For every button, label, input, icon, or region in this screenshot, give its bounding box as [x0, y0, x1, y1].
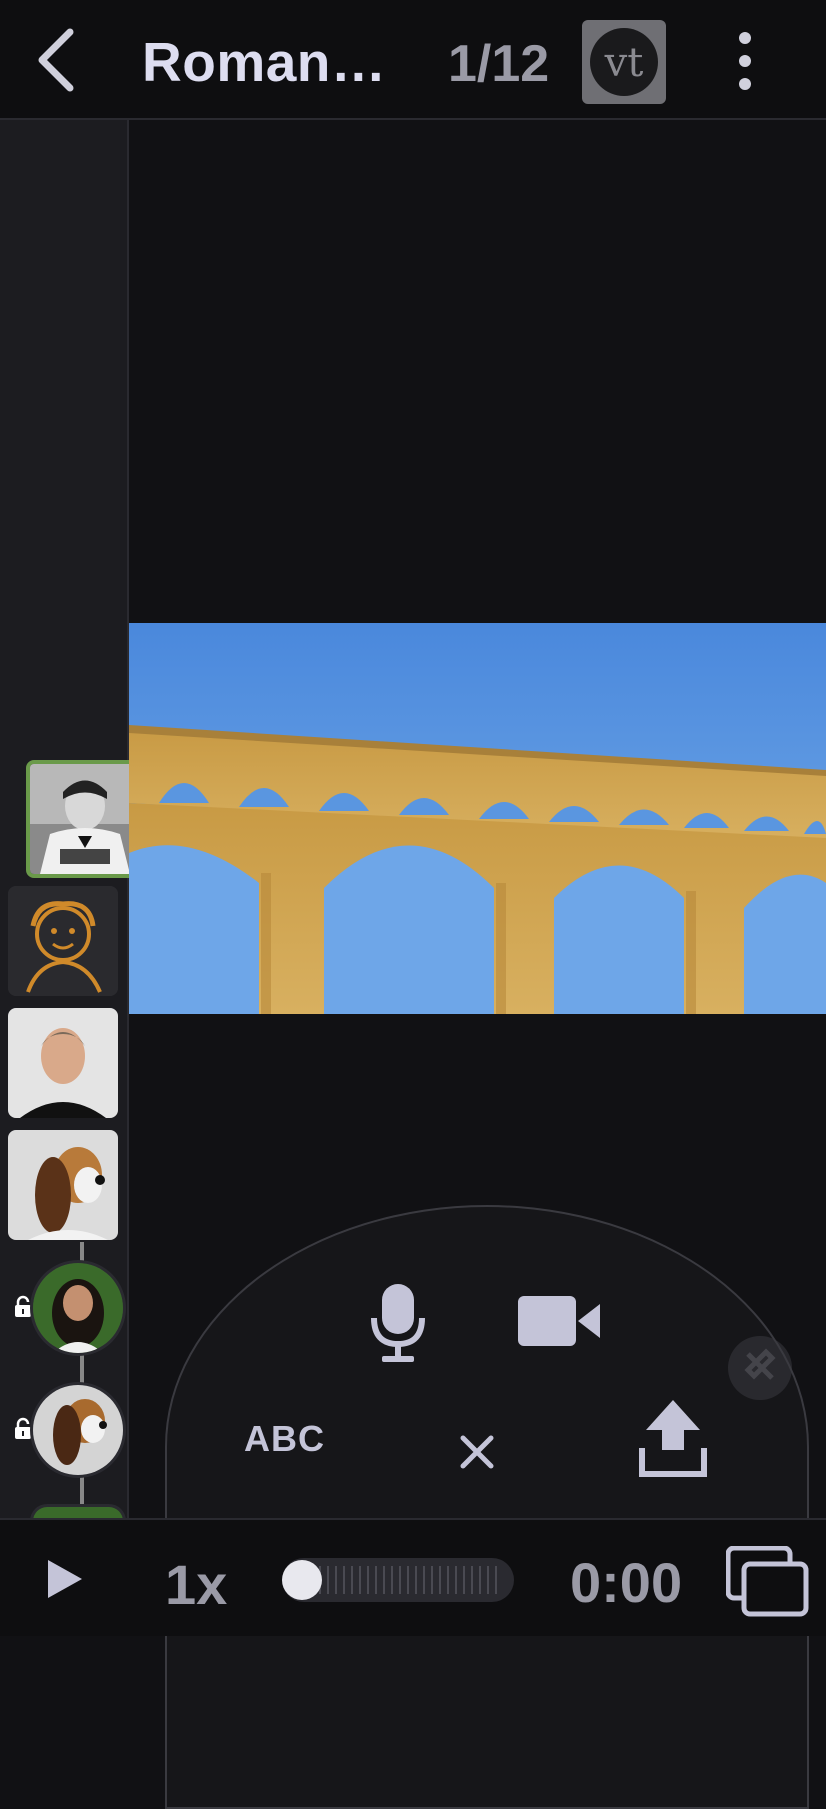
comment-controls-panel — [165, 1205, 809, 1809]
slide-counter: 1/12 — [448, 35, 550, 93]
playback-time: 0:00 — [570, 1551, 683, 1614]
voicethread-logo[interactable]: vt — [582, 20, 666, 104]
close-icon[interactable] — [459, 1434, 495, 1470]
logo-text: vt — [604, 40, 644, 86]
presentation-title[interactable]: Roman… — [142, 30, 386, 94]
top-bar: Roman… 1/12 vt — [0, 0, 826, 120]
slide-image[interactable] — [129, 623, 826, 1014]
microphone-icon[interactable] — [368, 1282, 428, 1366]
play-icon[interactable] — [46, 1558, 84, 1600]
commenter-avatar-woman[interactable] — [30, 1260, 126, 1356]
scrubber-handle[interactable] — [282, 1560, 322, 1600]
commenter-avatar-dog[interactable] — [30, 1382, 126, 1478]
aqueduct-image — [129, 623, 826, 1014]
commenter-sidebar — [0, 120, 144, 1521]
playback-speed[interactable]: 1x — [165, 1552, 227, 1617]
video-camera-icon[interactable] — [518, 1296, 600, 1346]
back-arrow-icon[interactable] — [30, 24, 90, 96]
more-options-icon[interactable] — [730, 30, 760, 92]
text-comment-button[interactable]: ABC — [244, 1418, 325, 1460]
doodle-tool-icon[interactable] — [726, 1330, 792, 1406]
commenter-thumb-man[interactable] — [8, 1008, 118, 1118]
playback-bar: 1x 0:00 — [0, 1518, 826, 1636]
fullscreen-icon[interactable] — [726, 1546, 810, 1618]
upload-icon[interactable] — [638, 1398, 708, 1478]
commenter-thumb-dog[interactable] — [8, 1130, 118, 1240]
commenter-thumb-active[interactable] — [26, 760, 144, 878]
commenter-thumb-doodle[interactable] — [8, 886, 118, 996]
